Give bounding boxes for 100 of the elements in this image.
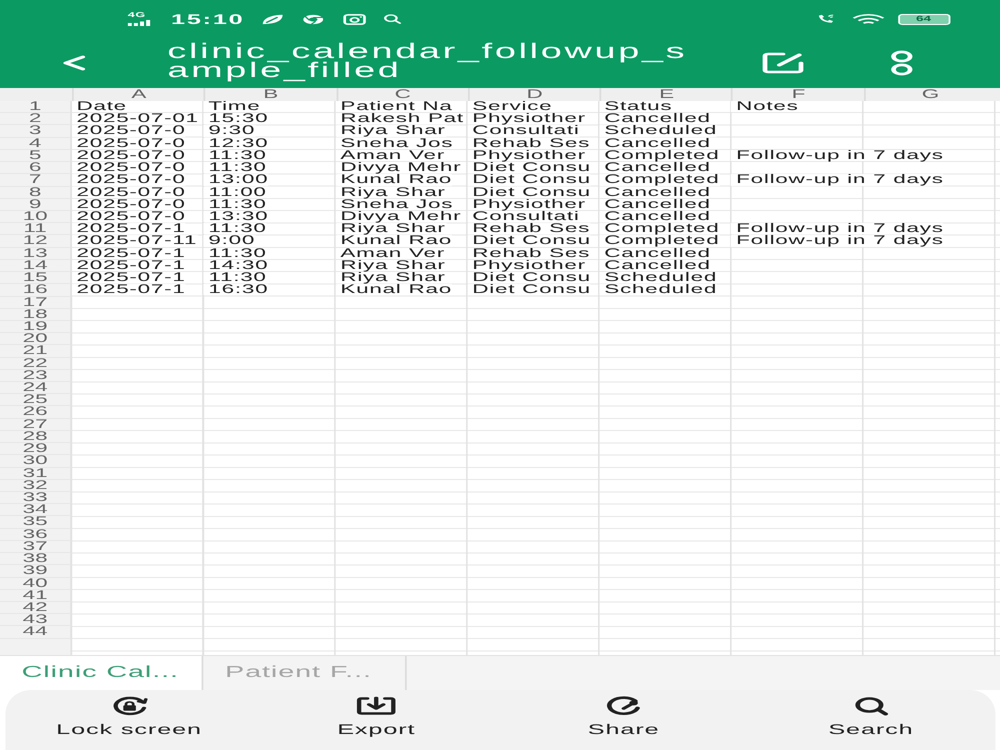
table-cell: Consultati <box>468 125 580 137</box>
table-cell: Kunal Rao <box>336 284 452 296</box>
back-icon[interactable] <box>61 55 86 71</box>
row-number[interactable]: 2 <box>0 113 72 126</box>
row-number[interactable]: 20 <box>0 333 72 346</box>
row-number[interactable]: 15 <box>0 272 72 284</box>
table-cell: 11:30 <box>204 223 267 234</box>
row-number[interactable]: 32 <box>0 480 72 492</box>
table-cell: 11:30 <box>204 150 267 162</box>
row-number[interactable]: 43 <box>0 614 72 626</box>
table-cell: 16:30 <box>204 284 268 296</box>
table-cell: Cancelled <box>600 186 711 198</box>
table-cell: 9:00 <box>204 235 256 247</box>
toolbar-button[interactable]: Search <box>747 690 995 750</box>
row-number[interactable]: 40 <box>0 578 72 590</box>
table-cell: 2025-07-0 <box>72 186 186 198</box>
row-number[interactable]: 5 <box>0 150 72 162</box>
table-cell: Follow-up in 7 days <box>732 174 944 186</box>
table-cell: Scheduled <box>600 125 718 137</box>
table-cell: Riya Shar <box>336 125 446 137</box>
table-cell: 2025-07-0 <box>72 210 186 222</box>
row-number[interactable]: 12 <box>0 235 72 248</box>
table-cell: Completed <box>600 223 720 234</box>
table-cell: Follow-up in 7 days <box>732 235 944 247</box>
table-cell: Rehab Ses <box>468 223 590 234</box>
signal-icon <box>128 20 152 26</box>
wifi-icon <box>850 14 885 24</box>
table-cell: Cancelled <box>600 162 711 174</box>
row-number[interactable]: 22 <box>0 358 72 370</box>
row-number[interactable]: 41 <box>0 590 72 602</box>
row-number[interactable]: 28 <box>0 430 72 444</box>
row-number[interactable]: 39 <box>0 565 72 578</box>
table-cell: Cancelled <box>600 248 711 259</box>
row-number[interactable]: 10 <box>0 210 72 224</box>
toolbar-button[interactable]: Lock screen <box>5 690 253 750</box>
row-number[interactable]: 17 <box>0 296 72 309</box>
table-cell: Scheduled <box>600 284 718 296</box>
row-number[interactable]: 35 <box>0 516 72 529</box>
row-number[interactable]: 31 <box>0 468 72 480</box>
row-number[interactable]: 33 <box>0 492 72 504</box>
table-cell: Riya Shar <box>336 223 446 234</box>
row-number[interactable]: 1 <box>0 101 72 114</box>
row-number[interactable]: 30 <box>0 455 72 468</box>
table-cell: 13:00 <box>204 174 268 186</box>
table-cell: Time <box>204 101 260 112</box>
table-cell: 2025-07-1 <box>72 284 186 296</box>
row-number[interactable]: 44 <box>0 626 72 639</box>
table-cell: Cancelled <box>600 138 711 149</box>
row-number[interactable]: 38 <box>0 553 72 566</box>
row-number[interactable]: 42 <box>0 602 72 614</box>
row-number[interactable]: 36 <box>0 528 72 541</box>
table-cell: 12:30 <box>204 138 268 149</box>
table-cell: 11:30 <box>204 272 267 284</box>
edit-icon[interactable] <box>760 51 806 75</box>
row-number[interactable]: 6 <box>0 162 72 174</box>
row-number[interactable]: 24 <box>0 382 72 394</box>
table-cell: 2025-07-1 <box>72 272 186 284</box>
table-cell: Cancelled <box>600 113 711 124</box>
row-number[interactable]: 16 <box>0 284 72 296</box>
row-number[interactable]: 13 <box>0 248 72 260</box>
row-number[interactable]: 8 <box>0 186 72 199</box>
row-number[interactable]: 23 <box>0 370 72 382</box>
row-number[interactable]: 19 <box>0 320 72 334</box>
table-cell: 9:30 <box>204 125 256 137</box>
row-number[interactable]: 11 <box>0 223 72 236</box>
table-cell: Cancelled <box>600 198 711 210</box>
table-cell: Diet Consu <box>468 284 591 296</box>
document-title: clinic_calendar_followup_sample_filled <box>167 42 688 80</box>
table-cell: 11:30 <box>204 198 267 210</box>
row-number[interactable]: 25 <box>0 394 72 406</box>
table-cell: 2025-07-1 <box>72 260 186 272</box>
toolbar-button[interactable]: Share <box>500 690 748 750</box>
table-cell: 15:30 <box>204 113 268 124</box>
row-number[interactable]: 26 <box>0 406 72 419</box>
table-cell: Kunal Rao <box>336 174 452 186</box>
toolbar-button[interactable]: Export <box>252 690 500 750</box>
row-number[interactable]: 7 <box>0 174 72 187</box>
table-cell: 2025-07-0 <box>72 174 186 186</box>
table-cell: 2025-07-0 <box>72 198 186 210</box>
row-number[interactable]: 29 <box>0 443 72 456</box>
sheet-tab[interactable]: Clinic Cal... <box>0 656 204 690</box>
more-icon[interactable] <box>889 50 914 76</box>
table-cell: 2025-07-0 <box>72 138 186 149</box>
row-number[interactable]: 14 <box>0 260 72 272</box>
table-cell: 11:30 <box>204 248 267 259</box>
row-number[interactable]: 37 <box>0 540 72 554</box>
row-number[interactable]: 3 <box>0 125 72 138</box>
row-number[interactable]: 34 <box>0 504 72 516</box>
table-cell: Kunal Rao <box>336 235 452 247</box>
row-number[interactable]: 9 <box>0 198 72 211</box>
row-number[interactable]: 27 <box>0 418 72 431</box>
table-cell: 13:30 <box>204 210 268 222</box>
table-cell: Cancelled <box>600 260 711 272</box>
row-number[interactable]: 4 <box>0 138 72 150</box>
table-cell: Completed <box>600 235 720 247</box>
row-number[interactable]: 21 <box>0 345 72 358</box>
row-number[interactable]: 18 <box>0 308 72 321</box>
table-cell: Diet Consu <box>468 235 591 247</box>
table-cell: 2025-07-1 <box>72 223 186 234</box>
table-cell: Notes <box>732 101 799 112</box>
